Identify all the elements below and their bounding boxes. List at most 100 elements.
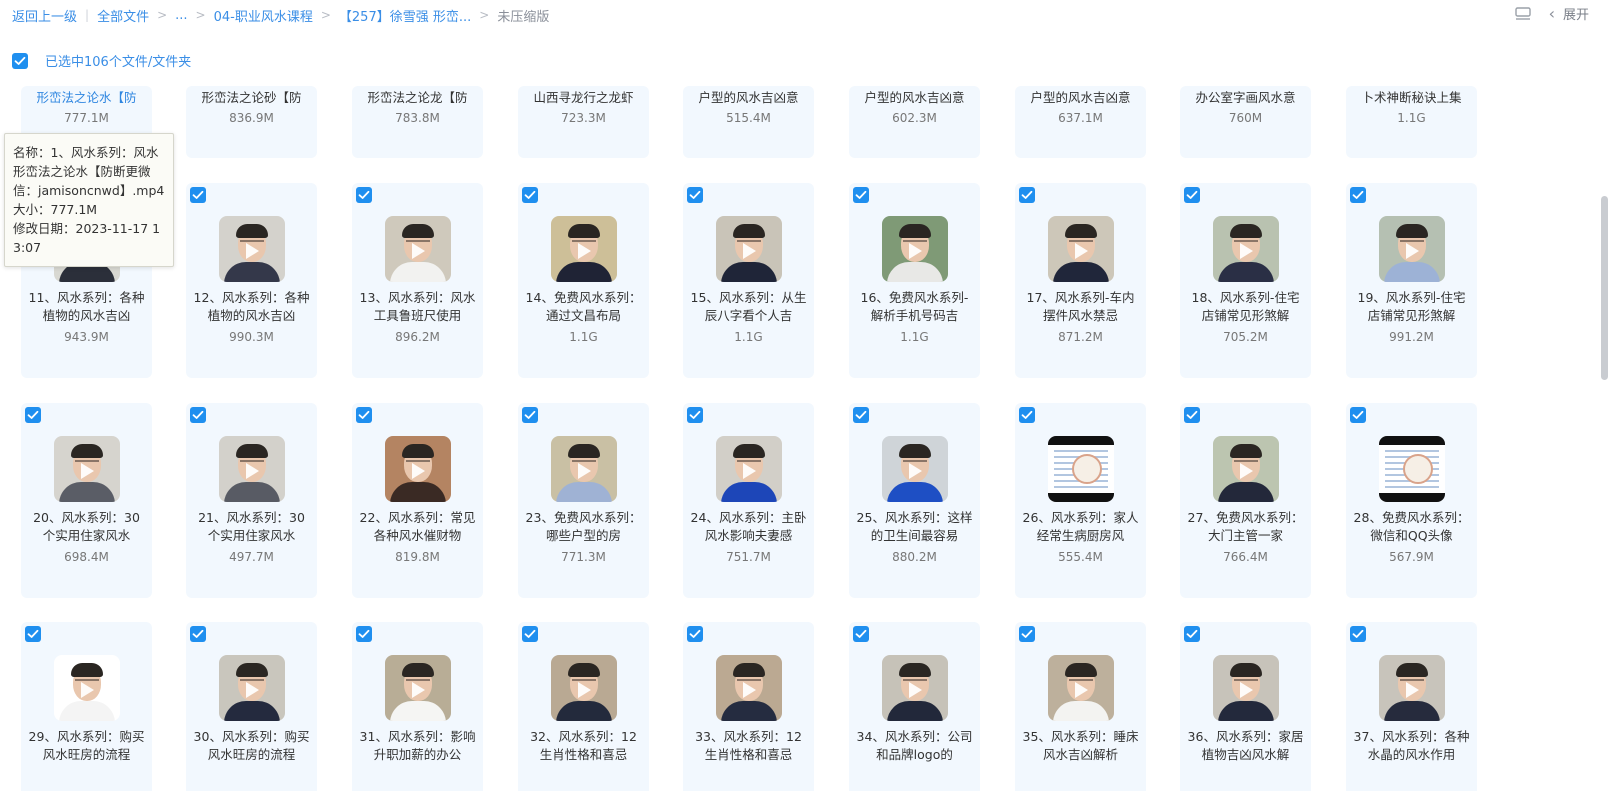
- file-card[interactable]: 形峦法之论砂【防 836.9M: [186, 86, 317, 158]
- scrollbar-thumb[interactable]: [1601, 196, 1608, 380]
- file-name: 25、风水系列：这样的卫生间最容易: [856, 510, 973, 543]
- file-checkbox[interactable]: [1019, 187, 1035, 203]
- play-icon: [578, 243, 591, 259]
- file-checkbox[interactable]: [522, 626, 538, 642]
- file-card[interactable]: 15、风水系列：从生辰八字看个人吉 1.1G: [683, 183, 814, 378]
- file-card[interactable]: 17、风水系列-车内摆件风水禁忌 871.2M: [1015, 183, 1146, 378]
- file-card[interactable]: 24、风水系列：主卧风水影响夫妻感 751.7M: [683, 403, 814, 598]
- file-card[interactable]: 25、风水系列：这样的卫生间最容易 880.2M: [849, 403, 980, 598]
- file-size: 497.7M: [229, 550, 274, 564]
- file-checkbox[interactable]: [1184, 187, 1200, 203]
- file-card[interactable]: 户型的风水吉凶意 637.1M: [1015, 86, 1146, 158]
- file-card[interactable]: 户型的风水吉凶意 602.3M: [849, 86, 980, 158]
- scrollbar-track[interactable]: [1600, 80, 1609, 791]
- play-icon: [1240, 243, 1253, 259]
- file-checkbox[interactable]: [190, 187, 206, 203]
- play-icon: [909, 682, 922, 698]
- file-checkbox[interactable]: [522, 187, 538, 203]
- file-checkbox[interactable]: [1350, 187, 1366, 203]
- file-card[interactable]: 13、风水系列：风水工具鲁班尺使用 896.2M: [352, 183, 483, 378]
- video-thumbnail: [1048, 216, 1114, 282]
- video-thumbnail: [1048, 655, 1114, 721]
- file-card[interactable]: 18、风水系列-住宅店铺常见形煞解 705.2M: [1180, 183, 1311, 378]
- file-card[interactable]: 29、风水系列：购买风水旺房的流程: [21, 622, 152, 791]
- file-card[interactable]: 32、风水系列：12生肖性格和喜忌: [518, 622, 649, 791]
- tooltip-date: 修改日期：2023-11-17 13:07: [13, 221, 161, 255]
- file-checkbox[interactable]: [687, 187, 703, 203]
- file-name: 33、风水系列：12生肖性格和喜忌: [695, 729, 802, 762]
- video-thumbnail: [54, 655, 120, 721]
- file-checkbox[interactable]: [25, 626, 41, 642]
- file-size: 1.1G: [734, 330, 763, 344]
- file-size: 990.3M: [229, 330, 274, 344]
- file-checkbox[interactable]: [25, 407, 41, 423]
- file-checkbox[interactable]: [853, 407, 869, 423]
- file-card[interactable]: 36、风水系列：家居植物吉凶风水解: [1180, 622, 1311, 791]
- file-card[interactable]: 37、风水系列：各种水晶的风水作用: [1346, 622, 1477, 791]
- file-card[interactable]: 12、风水系列：各种植物的风水吉凶 990.3M: [186, 183, 317, 378]
- tooltip-name: 名称：1、风水系列：风水形峦法之论水【防断更微信：jamisoncnwd】.mp…: [13, 145, 165, 198]
- file-card[interactable]: 20、风水系列：30个实用住家风水 698.4M: [21, 403, 152, 598]
- play-icon: [412, 243, 425, 259]
- file-name: 20、风水系列：30个实用住家风水: [33, 510, 140, 543]
- video-thumbnail: [1213, 216, 1279, 282]
- file-checkbox[interactable]: [853, 187, 869, 203]
- file-checkbox[interactable]: [1350, 407, 1366, 423]
- file-card[interactable]: 34、风水系列：公司和品牌logo的: [849, 622, 980, 791]
- file-size: 880.2M: [892, 550, 937, 564]
- file-checkbox[interactable]: [1350, 626, 1366, 642]
- file-card[interactable]: 26、风水系列：家人经常生病厨房风 555.4M: [1015, 403, 1146, 598]
- file-card[interactable]: 19、风水系列-住宅店铺常见形煞解 991.2M: [1346, 183, 1477, 378]
- file-card[interactable]: 22、风水系列：常见各种风水催财物 819.8M: [352, 403, 483, 598]
- file-name: 19、风水系列-住宅店铺常见形煞解: [1357, 290, 1466, 323]
- file-size: 637.1M: [1058, 111, 1103, 125]
- file-card[interactable]: 30、风水系列：购买风水旺房的流程: [186, 622, 317, 791]
- file-checkbox[interactable]: [190, 407, 206, 423]
- play-icon: [909, 463, 922, 479]
- file-card[interactable]: 山西寻龙行之龙虾 723.3M: [518, 86, 649, 158]
- tooltip-size: 大小：777.1M: [13, 202, 98, 217]
- file-checkbox[interactable]: [522, 407, 538, 423]
- file-card[interactable]: 23、免费风水系列：哪些户型的房 771.3M: [518, 403, 649, 598]
- file-checkbox[interactable]: [1184, 626, 1200, 642]
- file-card[interactable]: 31、风水系列：影响升职加薪的办公: [352, 622, 483, 791]
- file-card[interactable]: 形峦法之论龙【防 783.8M: [352, 86, 483, 158]
- video-thumbnail: [716, 436, 782, 502]
- file-card[interactable]: 卜术神断秘诀上集 1.1G: [1346, 86, 1477, 158]
- file-name: 23、免费风水系列：哪些户型的房: [525, 510, 642, 543]
- play-icon: [1075, 243, 1088, 259]
- file-checkbox[interactable]: [356, 407, 372, 423]
- file-card[interactable]: 33、风水系列：12生肖性格和喜忌: [683, 622, 814, 791]
- file-card[interactable]: 16、免费风水系列-解析手机号码吉 1.1G: [849, 183, 980, 378]
- file-name: 16、免费风水系列-解析手机号码吉: [860, 290, 969, 323]
- play-icon: [412, 682, 425, 698]
- file-card[interactable]: 办公室字画风水意 760M: [1180, 86, 1311, 158]
- play-icon: [578, 682, 591, 698]
- video-thumbnail: [551, 216, 617, 282]
- video-thumbnail: [716, 216, 782, 282]
- document-thumbnail: [1379, 436, 1445, 502]
- play-icon: [1075, 682, 1088, 698]
- file-checkbox[interactable]: [1019, 407, 1035, 423]
- file-card[interactable]: 户型的风水吉凶意 515.4M: [683, 86, 814, 158]
- file-name: 18、风水系列-住宅店铺常见形煞解: [1191, 290, 1300, 323]
- file-card[interactable]: 21、风水系列：30个实用住家风水 497.7M: [186, 403, 317, 598]
- file-card[interactable]: 14、免费风水系列：通过文昌布局 1.1G: [518, 183, 649, 378]
- file-checkbox[interactable]: [1019, 626, 1035, 642]
- file-card[interactable]: 27、免费风水系列：大门主管一家 766.4M: [1180, 403, 1311, 598]
- file-checkbox[interactable]: [1184, 407, 1200, 423]
- file-checkbox[interactable]: [853, 626, 869, 642]
- video-thumbnail: [1379, 655, 1445, 721]
- file-size: 783.8M: [395, 111, 440, 125]
- file-checkbox[interactable]: [356, 187, 372, 203]
- file-card[interactable]: 35、风水系列：睡床风水吉凶解析: [1015, 622, 1146, 791]
- file-checkbox[interactable]: [687, 407, 703, 423]
- file-checkbox[interactable]: [687, 626, 703, 642]
- play-icon: [81, 463, 94, 479]
- file-card[interactable]: 28、免费风水系列：微信和QQ头像 567.9M: [1346, 403, 1477, 598]
- play-icon: [1406, 682, 1419, 698]
- play-icon: [743, 463, 756, 479]
- file-checkbox[interactable]: [356, 626, 372, 642]
- file-checkbox[interactable]: [190, 626, 206, 642]
- file-size: 896.2M: [395, 330, 440, 344]
